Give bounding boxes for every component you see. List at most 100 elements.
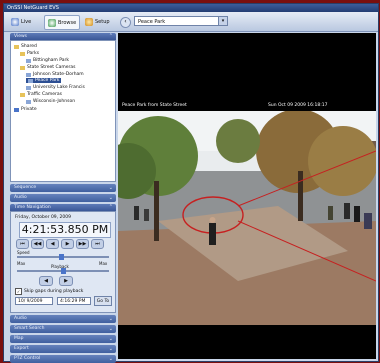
time-nav-header-label: Time Navigation — [14, 205, 51, 210]
tree-label: Parks — [27, 51, 40, 56]
chevron-down-icon: ⌄ — [108, 316, 113, 322]
audio-label: Audio — [14, 195, 27, 200]
scale-max-label: Max — [99, 261, 108, 266]
ptz-control-label: PTZ Control — [14, 356, 41, 361]
speed-slider-thumb[interactable] — [59, 254, 64, 260]
tree-label: Shared — [21, 44, 37, 49]
view-icon — [26, 85, 31, 90]
sequence-label: Sequence — [14, 185, 37, 190]
step-forward-icon[interactable]: ▶▶ — [76, 239, 89, 249]
folder-icon — [20, 51, 25, 56]
camera-feed-image — [118, 111, 376, 325]
tree-label: Wisconsin-Johnson — [33, 99, 76, 104]
tree-item-state-street[interactable]: State Street Cameras — [20, 65, 75, 70]
view-icon — [26, 58, 31, 63]
browse-label: Browse — [58, 19, 77, 26]
audio-panel-header-top[interactable]: Audio ⌄ — [10, 194, 116, 202]
tree-item-peace-park[interactable]: Peace Park — [26, 78, 62, 83]
tree-label: State Street Cameras — [27, 65, 76, 70]
time-nav-header[interactable]: Time Navigation ⌃ — [10, 204, 116, 211]
views-tree: Shared Parks Bittingham Park State Stree… — [10, 40, 116, 182]
tree-label: Private — [21, 107, 37, 112]
window-title: OnSSI NetGuard EVS — [4, 4, 378, 12]
sidebar: Views ⌃ Shared Parks Bittingham Park Sta… — [10, 33, 116, 363]
chevron-up-icon: ⌃ — [108, 33, 113, 39]
current-date: Friday, October 09, 2009 — [15, 215, 71, 220]
live-button[interactable]: Live — [8, 15, 34, 28]
skip-gaps-label: Skip gaps during playback — [24, 289, 84, 294]
chevron-down-icon: ▾ — [218, 17, 227, 25]
frame-controls: ◀ ▶ — [39, 276, 73, 286]
ptz-control-panel-header[interactable]: PTZ Control ⌄ — [10, 355, 116, 363]
toolbar: Live Browse Setup ‹ Peace Park ▾ — [4, 12, 378, 32]
play-reverse-icon[interactable]: ◀ — [46, 239, 59, 249]
setup-icon — [85, 17, 93, 26]
audio-panel-header[interactable]: Audio ⌄ — [10, 315, 116, 323]
tree-label: Johnson State-Dorham — [33, 72, 84, 77]
view-icon — [28, 78, 33, 83]
step-back-icon[interactable]: ◀◀ — [31, 239, 44, 249]
chevron-up-icon: ⌃ — [108, 204, 113, 210]
sequence-panel-header[interactable]: Sequence ⌄ — [10, 184, 116, 192]
live-label: Live — [21, 18, 32, 25]
play-icon[interactable]: ▶ — [61, 239, 74, 249]
tree-label: Traffic Cameras — [27, 92, 62, 97]
skip-end-icon[interactable]: ⏭ — [91, 239, 104, 249]
setup-button[interactable]: Setup — [82, 15, 113, 28]
tree-item-bittingham-park[interactable]: Bittingham Park — [26, 58, 69, 63]
chevron-down-icon: ⌄ — [108, 185, 113, 191]
tree-item-private[interactable]: Private — [14, 107, 37, 112]
browse-button[interactable]: Browse — [44, 15, 81, 30]
video-caption: Peace Park from State Street — [122, 103, 187, 108]
playback-label: Playback — [51, 264, 69, 269]
setup-label: Setup — [95, 18, 110, 25]
camera-select[interactable]: Peace Park ▾ — [134, 16, 228, 26]
export-label: Export — [14, 346, 29, 351]
playback-controls: ⏮ ◀◀ ◀ ▶ ▶▶ ⏭ — [16, 239, 104, 249]
smart-search-panel-header[interactable]: Smart Search ⌄ — [10, 325, 116, 333]
chevron-down-icon: ⌄ — [108, 356, 113, 362]
camera-feed — [118, 111, 376, 325]
person-icon — [14, 107, 19, 112]
tree-item-parks[interactable]: Parks — [20, 51, 39, 56]
views-panel-header[interactable]: Views ⌃ — [10, 33, 116, 40]
view-icon — [26, 99, 31, 104]
tree-item-university-lake[interactable]: University Lake Francis — [26, 85, 85, 90]
current-time: 4:21:53.850 PM — [19, 222, 111, 238]
live-icon — [11, 17, 19, 26]
tree-item-shared[interactable]: Shared — [14, 44, 37, 49]
tree-item-traffic-cameras[interactable]: Traffic Cameras — [20, 92, 62, 97]
tree-item-johnson-state[interactable]: Johnson State-Dorham — [26, 72, 84, 77]
video-view[interactable]: Peace Park from State Street Sun Oct 09 … — [118, 33, 376, 359]
export-panel-header[interactable]: Export ⌄ — [10, 345, 116, 353]
folder-icon — [20, 92, 25, 97]
tree-label: University Lake Francis — [33, 85, 85, 90]
check-icon: ✓ — [15, 288, 22, 295]
views-header-label: Views — [14, 34, 28, 39]
time-field[interactable]: 4:16:29 PM — [57, 297, 91, 305]
frame-back-icon[interactable]: ◀ — [39, 276, 53, 286]
skip-start-icon[interactable]: ⏮ — [16, 239, 29, 249]
chevron-down-icon: ⌄ — [108, 336, 113, 342]
view-icon — [26, 72, 31, 77]
tree-item-wisconsin-johnson[interactable]: Wisconsin-Johnson — [26, 99, 75, 104]
scale-min-label: Max — [17, 261, 26, 266]
smart-search-label: Smart Search — [14, 326, 45, 331]
chevron-left-icon: ‹ — [124, 18, 127, 25]
skip-gaps-checkbox[interactable]: ✓ Skip gaps during playback — [15, 288, 83, 295]
date-field[interactable]: 10/ 9/2009 — [15, 297, 53, 305]
time-nav-panel: Friday, October 09, 2009 4:21:53.850 PM … — [10, 211, 116, 313]
frame-forward-icon[interactable]: ▶ — [59, 276, 73, 286]
playback-slider-thumb[interactable] — [61, 268, 66, 274]
chevron-down-icon: ⌄ — [108, 326, 113, 332]
tree-label: Bittingham Park — [33, 58, 69, 63]
video-timestamp: Sun Oct 09 2009 16:18:17 — [268, 103, 328, 108]
map-panel-header[interactable]: Map ⌄ — [10, 335, 116, 343]
prev-camera-button[interactable]: ‹ — [120, 17, 131, 28]
chevron-down-icon: ⌄ — [108, 195, 113, 201]
go-to-button[interactable]: Go To — [94, 296, 112, 306]
browse-icon — [48, 18, 56, 27]
map-label: Map — [14, 336, 24, 341]
tree-label: Peace Park — [35, 78, 60, 83]
folder-icon — [20, 65, 25, 70]
